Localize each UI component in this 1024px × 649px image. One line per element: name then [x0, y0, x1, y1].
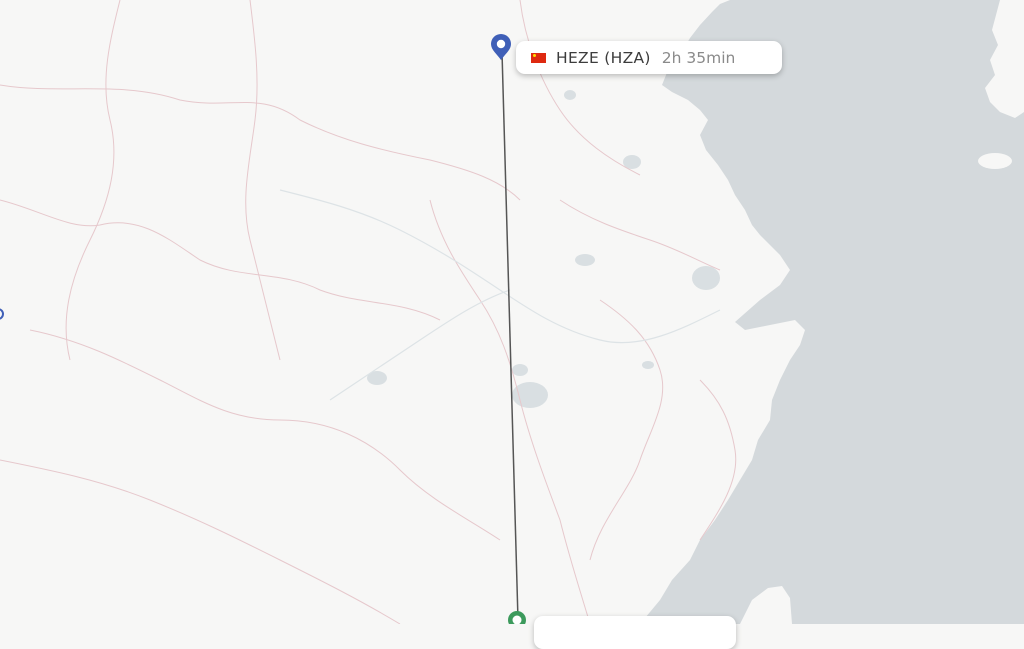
destination-name: HEZE (HZA): [556, 48, 651, 67]
flight-duration: 2h 35min: [661, 48, 736, 67]
origin-label-card[interactable]: [534, 616, 736, 649]
map-canvas[interactable]: [0, 0, 1024, 624]
destination-label-card[interactable]: HEZE (HZA) 2h 35min: [516, 41, 782, 74]
china-flag-icon: [531, 52, 546, 63]
jeju-island: [978, 153, 1012, 169]
